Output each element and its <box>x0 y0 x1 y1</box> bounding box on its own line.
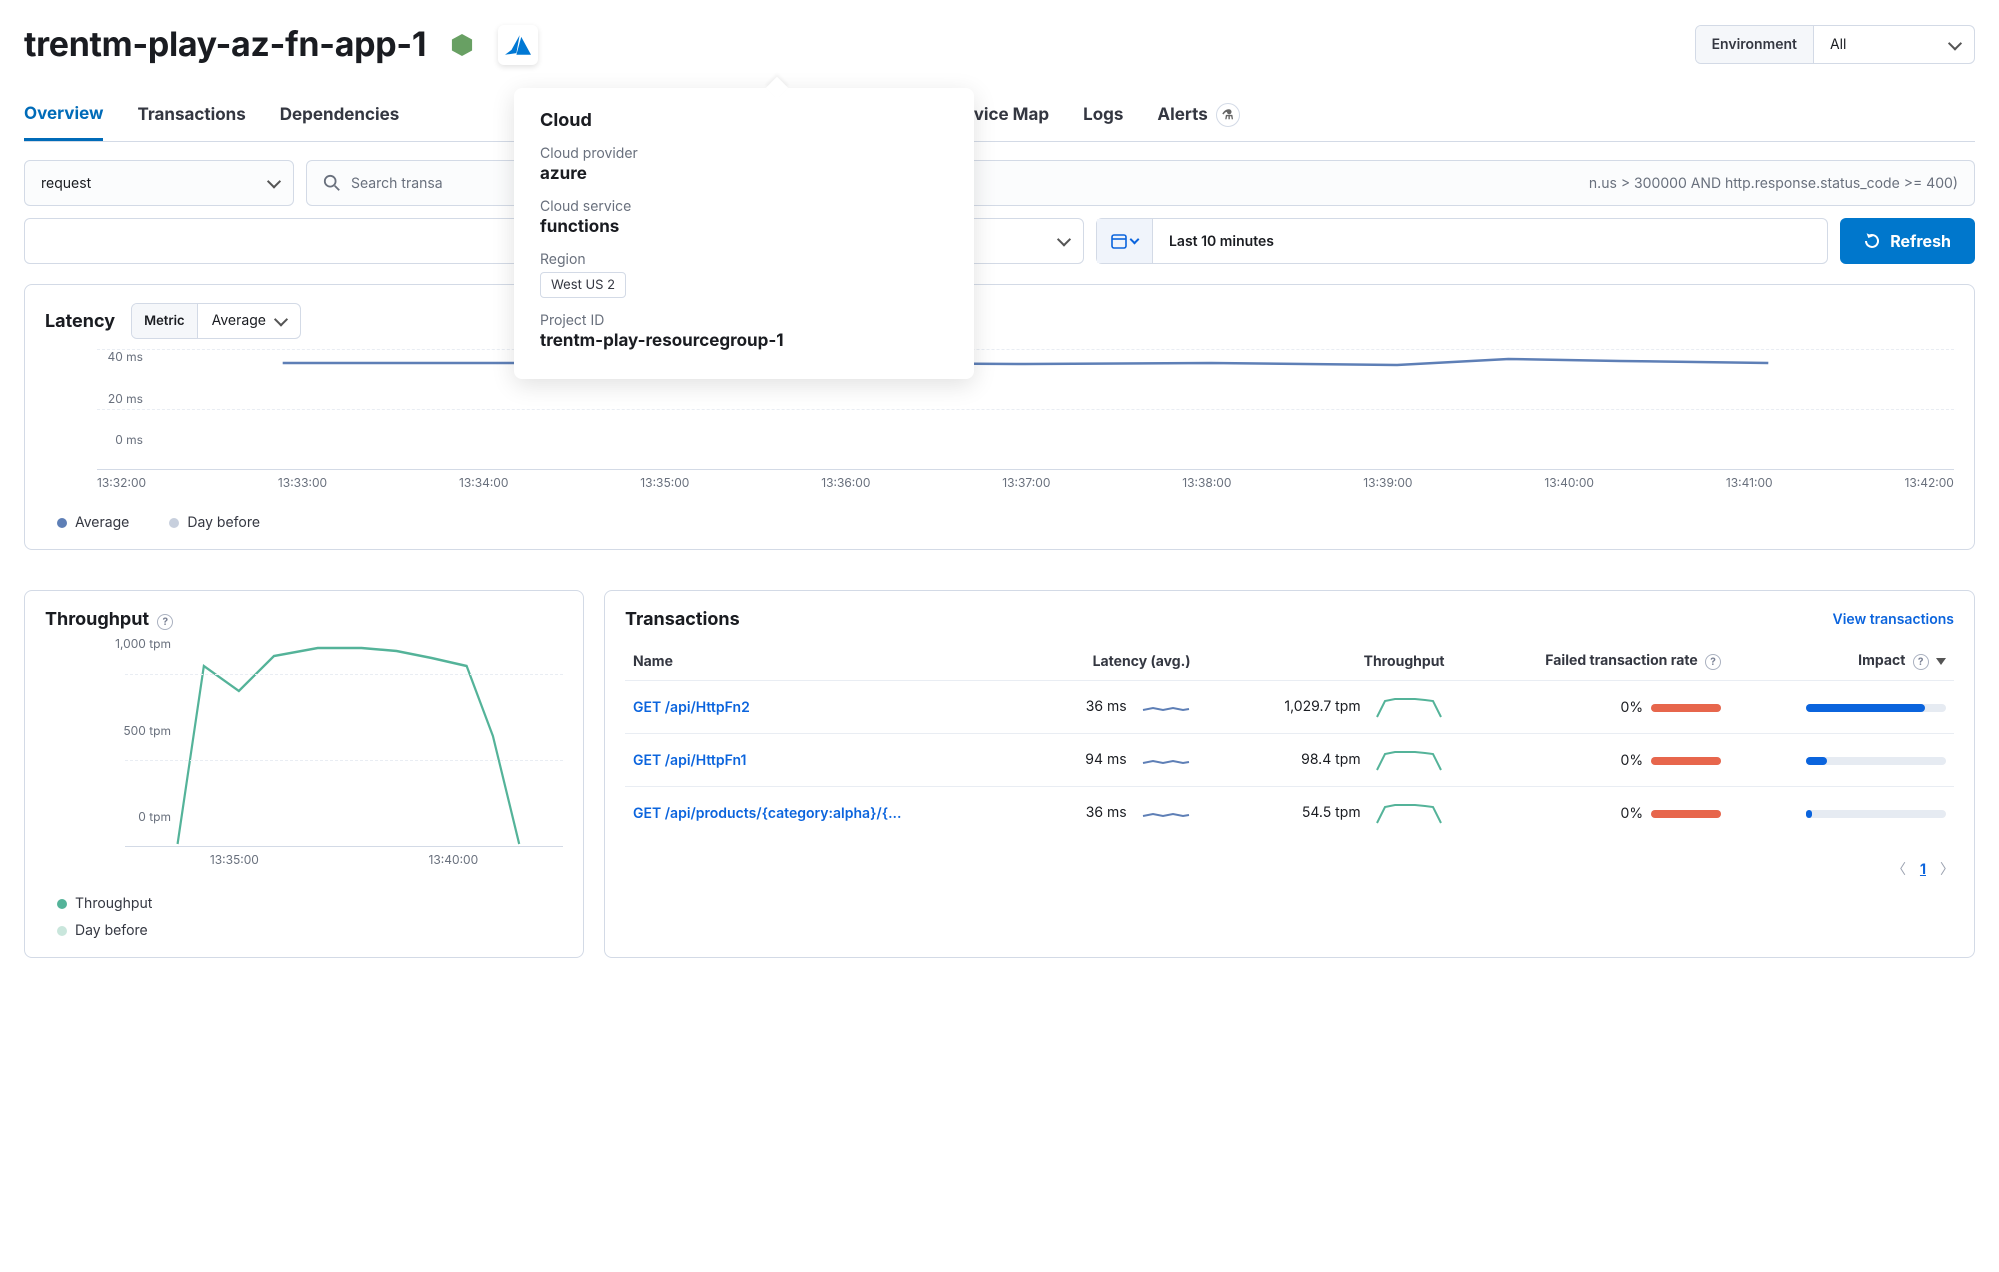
legend-day-before[interactable]: Day before <box>57 922 563 939</box>
latency-cell: 36 ms <box>1024 787 1199 840</box>
environment-value[interactable]: All <box>1814 26 1974 63</box>
table-row[interactable]: GET /api/HttpFn2 36 ms 1,029.7 tpm 0% <box>625 681 1954 734</box>
tab-logs[interactable]: Logs <box>1083 91 1123 139</box>
throughput-cell: 1,029.7 tpm <box>1199 681 1453 734</box>
failed-cell: 0% <box>1453 681 1729 734</box>
legend-day-before[interactable]: Day before <box>169 514 260 531</box>
info-icon: ? <box>1913 654 1929 670</box>
transaction-type-select[interactable]: request <box>24 160 294 206</box>
failed-cell: 0% <box>1453 787 1729 840</box>
nav-tabs: Overview Transactions Dependencies ⚗ Ser… <box>24 89 1975 142</box>
info-icon: ? <box>1705 654 1721 670</box>
sort-desc-icon <box>1936 658 1946 665</box>
beaker-icon: ⚗ <box>1216 103 1240 127</box>
region-label: Region <box>540 251 948 268</box>
search-query-tail: n.us > 300000 AND http.response.status_c… <box>1589 175 1958 192</box>
date-range-value: Last 10 minutes <box>1153 233 1290 250</box>
pagination: 〈 1 〉 <box>625 859 1954 879</box>
latency-legend: Average Day before <box>57 514 1954 531</box>
tab-alerts[interactable]: Alerts⚗ <box>1157 89 1239 141</box>
cloud-provider-value: azure <box>540 164 948 184</box>
transaction-name-link[interactable]: GET /api/HttpFn1 <box>633 752 746 769</box>
metric-selector[interactable]: Metric Average <box>131 303 301 339</box>
environment-selector[interactable]: Environment All <box>1695 25 1975 64</box>
impact-cell <box>1729 734 1954 787</box>
cloud-provider-label: Cloud provider <box>540 145 948 162</box>
transactions-table: Name Latency (avg.) Throughput Failed tr… <box>625 642 1954 839</box>
latency-title: Latency <box>45 311 115 332</box>
search-placeholder: Search transa <box>351 175 443 192</box>
refresh-icon <box>1864 233 1880 249</box>
throughput-legend: Throughput Day before <box>57 895 563 939</box>
page-header: trentm-play-az-fn-app-1 Environment All … <box>24 24 1975 65</box>
ytick: 0 ms <box>115 432 143 447</box>
table-row[interactable]: GET /api/HttpFn1 94 ms 98.4 tpm 0% <box>625 734 1954 787</box>
tab-transactions[interactable]: Transactions <box>137 91 245 139</box>
nodejs-icon[interactable] <box>442 25 482 65</box>
service-title: trentm-play-az-fn-app-1 <box>24 24 426 65</box>
ytick: 20 ms <box>108 391 143 406</box>
azure-icon[interactable] <box>498 25 538 65</box>
transactions-panel: Transactions View transactions Name Late… <box>604 590 1975 958</box>
region-badge[interactable]: West US 2 <box>540 272 626 298</box>
calendar-icon[interactable] <box>1097 219 1153 263</box>
col-name[interactable]: Name <box>625 642 1024 681</box>
transaction-name-link[interactable]: GET /api/HttpFn2 <box>633 699 750 716</box>
refresh-button[interactable]: Refresh <box>1840 218 1975 264</box>
filter-bar-2: Last 10 minutes Refresh <box>24 218 1975 264</box>
latency-panel: Latency Metric Average 40 ms 20 ms 0 ms … <box>24 284 1975 550</box>
popover-title: Cloud <box>540 110 948 131</box>
info-icon[interactable]: ? <box>157 614 173 630</box>
throughput-xaxis: 13:35:0013:40:00 <box>125 852 563 867</box>
col-latency[interactable]: Latency (avg.) <box>1024 642 1199 681</box>
cloud-service-label: Cloud service <box>540 198 948 215</box>
impact-cell <box>1729 681 1954 734</box>
ytick: 40 ms <box>107 349 143 364</box>
col-impact[interactable]: Impact ? <box>1729 642 1954 681</box>
throughput-cell: 98.4 tpm <box>1199 734 1453 787</box>
throughput-panel: Throughput ? 1,000 tpm 500 tpm 0 tpm <box>24 590 584 958</box>
latency-xaxis: 13:32:0013:33:0013:34:0013:35:0013:36:00… <box>97 475 1954 490</box>
failed-cell: 0% <box>1453 734 1729 787</box>
transactions-title: Transactions <box>625 609 740 630</box>
throughput-chart[interactable]: 1,000 tpm 500 tpm 0 tpm <box>97 636 563 846</box>
project-id-label: Project ID <box>540 312 948 329</box>
project-id-value: trentm-play-resourcegroup-1 <box>540 331 948 351</box>
page-current[interactable]: 1 <box>1920 861 1926 878</box>
page-next[interactable]: 〉 <box>1940 859 1954 879</box>
table-row[interactable]: GET /api/products/{category:alpha}/{... 3… <box>625 787 1954 840</box>
col-failed[interactable]: Failed transaction rate ? <box>1453 642 1729 681</box>
search-icon <box>323 174 341 192</box>
col-throughput[interactable]: Throughput <box>1199 642 1453 681</box>
latency-cell: 94 ms <box>1024 734 1199 787</box>
legend-throughput[interactable]: Throughput <box>57 895 563 912</box>
impact-cell <box>1729 787 1954 840</box>
legend-average[interactable]: Average <box>57 514 129 531</box>
throughput-title: Throughput ? <box>45 609 563 630</box>
tab-dependencies[interactable]: Dependencies <box>280 91 400 139</box>
cloud-service-value: functions <box>540 217 948 237</box>
page-prev[interactable]: 〈 <box>1892 859 1906 879</box>
cloud-popover: Cloud Cloud provider azure Cloud service… <box>514 88 974 379</box>
metric-value[interactable]: Average <box>198 304 300 338</box>
transaction-name-link[interactable]: GET /api/products/{category:alpha}/{... <box>633 805 902 822</box>
tab-overview[interactable]: Overview <box>24 90 103 141</box>
metric-label: Metric <box>132 304 198 338</box>
latency-chart[interactable]: 40 ms 20 ms 0 ms <box>97 349 1954 469</box>
date-picker[interactable]: Last 10 minutes <box>1096 218 1828 264</box>
view-transactions-link[interactable]: View transactions <box>1833 611 1954 628</box>
latency-cell: 36 ms <box>1024 681 1199 734</box>
filter-bar: request Search transa n.us > 300000 AND … <box>24 160 1975 206</box>
throughput-cell: 54.5 tpm <box>1199 787 1453 840</box>
environment-label: Environment <box>1696 26 1814 63</box>
